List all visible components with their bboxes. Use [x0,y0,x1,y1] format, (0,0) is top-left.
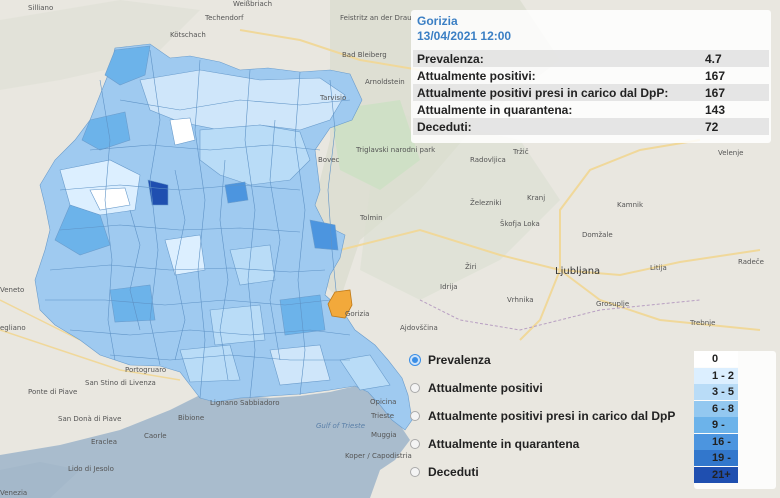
info-row-value: 4.7 [701,50,769,67]
label-sandona: San Donà di Piave [58,415,121,423]
info-row-value: 167 [701,84,769,101]
info-row-value: 167 [705,68,726,83]
label-feistritz: Feistritz an der Drau [340,14,412,22]
label-kranj: Kranj [527,194,545,202]
layer-option-label: Prevalenza [428,353,491,367]
radio-button[interactable] [410,467,420,477]
label-radovljica: Radovljica [470,156,506,164]
label-domzale: Domžale [582,231,613,239]
legend-item: 3 - 5 [694,384,738,400]
label-vrhnika: Vrhnika [507,296,534,304]
label-jesolo: Lido di Jesolo [68,465,114,473]
layer-selector: Prevalenza Attualmente positivi Attualment… [410,346,690,486]
info-row-label: Attualmente positivi presi in carico dal… [413,84,701,101]
label-grosuplje: Grosuplje [596,300,629,308]
layer-option[interactable]: Attualmente positivi [410,374,690,402]
legend-item: 19 - 20 [694,450,738,480]
info-row: Attualmente positivi: 167 [413,67,769,84]
label-portogruaro: Portogruaro [125,366,166,374]
label-radlberg: Bad Bleiberg [342,51,387,59]
label-ziri: Žiri [465,262,477,271]
label-idrija: Idrija [440,283,458,291]
info-row-label: Attualmente positivi: [417,68,536,83]
label-trzic: Tržič [512,148,529,156]
label-silliano: Silliano [28,4,53,12]
radio-button[interactable] [410,383,420,393]
info-row-value: 143 [705,102,726,117]
label-tarvisio: Tarvisio [319,94,346,102]
layer-option[interactable]: Prevalenza [410,346,690,374]
label-radece: Radeče [738,258,764,266]
radio-button[interactable] [410,355,420,365]
info-row: Deceduti: 72 [413,118,769,135]
layer-option[interactable]: Attualmente positivi presi in carico dal… [410,402,690,430]
label-kotschach: Kötschach [170,31,206,39]
label-eraclea: Eraclea [91,438,117,446]
info-row-value: 72 [701,118,769,135]
layer-option-label: Attualmente in quarantena [428,437,580,451]
info-row: Prevalenza: 4.7 [413,50,769,67]
info-title: Gorizia [417,14,458,28]
label-kamnik: Kamnik [617,201,644,209]
label-tolmin: Tolmin [359,214,383,222]
label-bibione: Bibione [178,414,204,422]
info-datetime: 13/04/2021 12:00 [417,29,512,43]
info-row-label: Deceduti: [413,118,701,135]
label-techendorf: Techendorf [204,14,244,22]
label-egliano: egliano [0,324,26,332]
label-veneto: Veneto [0,286,24,294]
legend-item: 6 - 8 [694,400,738,417]
info-row-label: Prevalenza: [413,50,701,67]
info-row: Attualmente positivi presi in carico dal… [413,84,769,101]
label-pontepiave: Ponte di Piave [28,388,77,396]
legend-item: 21+ [694,466,738,483]
label-arnoldstein: Arnoldstein [365,78,405,86]
label-venezia: Venezia [0,489,27,497]
radio-button[interactable] [410,439,420,449]
label-opicina: Opicina [370,398,396,406]
legend-item: 0 [694,351,738,367]
legend-item: 9 - 15 [694,417,738,447]
label-caorle: Caorle [144,432,167,440]
label-velenje: Velenje [718,149,744,157]
label-triglavski: Triglavski narodni park [355,146,436,154]
label-ljubljana: Ljubljana [555,266,600,277]
label-gulf: Gulf of Trieste [316,422,365,430]
legend: 01 - 23 - 56 - 89 - 1516 - 1819 - 2021+ [694,351,776,489]
label-trieste: Trieste [370,412,394,420]
layer-option[interactable]: Attualmente in quarantena [410,430,690,458]
info-table: Prevalenza: 4.7 Attualmente positivi: 167 At… [413,50,769,135]
label-skofja: Škofja Loka [500,219,540,228]
label-koper: Koper / Capodistria [345,452,412,460]
layer-option-label: Attualmente positivi presi in carico dal… [428,409,676,423]
layer-option-label: Deceduti [428,465,479,479]
label-gorizia: Gorizia [345,310,369,318]
label-weissbriach: Weißbriach [233,0,272,8]
info-row: Attualmente in quarantena: 143 [413,101,769,118]
radio-button[interactable] [410,411,420,421]
info-panel: Gorizia 13/04/2021 12:00 Prevalenza: 4.7 A… [411,10,771,143]
layer-option[interactable]: Deceduti [410,458,690,486]
label-zelezniki: Železniki [470,198,501,207]
label-litija: Litija [650,264,667,272]
legend-item: 1 - 2 [694,367,738,384]
label-ajdovscina: Ajdovščina [400,324,438,332]
label-bovec: Bovec [318,156,340,164]
label-muggia: Muggia [371,431,397,439]
layer-option-label: Attualmente positivi [428,381,543,395]
legend-item: 16 - 18 [694,433,738,464]
label-trebnje: Trebnje [689,319,715,327]
label-lignano: Lignano Sabbiadoro [210,399,280,407]
info-row-label: Attualmente in quarantena: [417,102,573,117]
label-sanstino: San Stino di Livenza [85,379,156,387]
